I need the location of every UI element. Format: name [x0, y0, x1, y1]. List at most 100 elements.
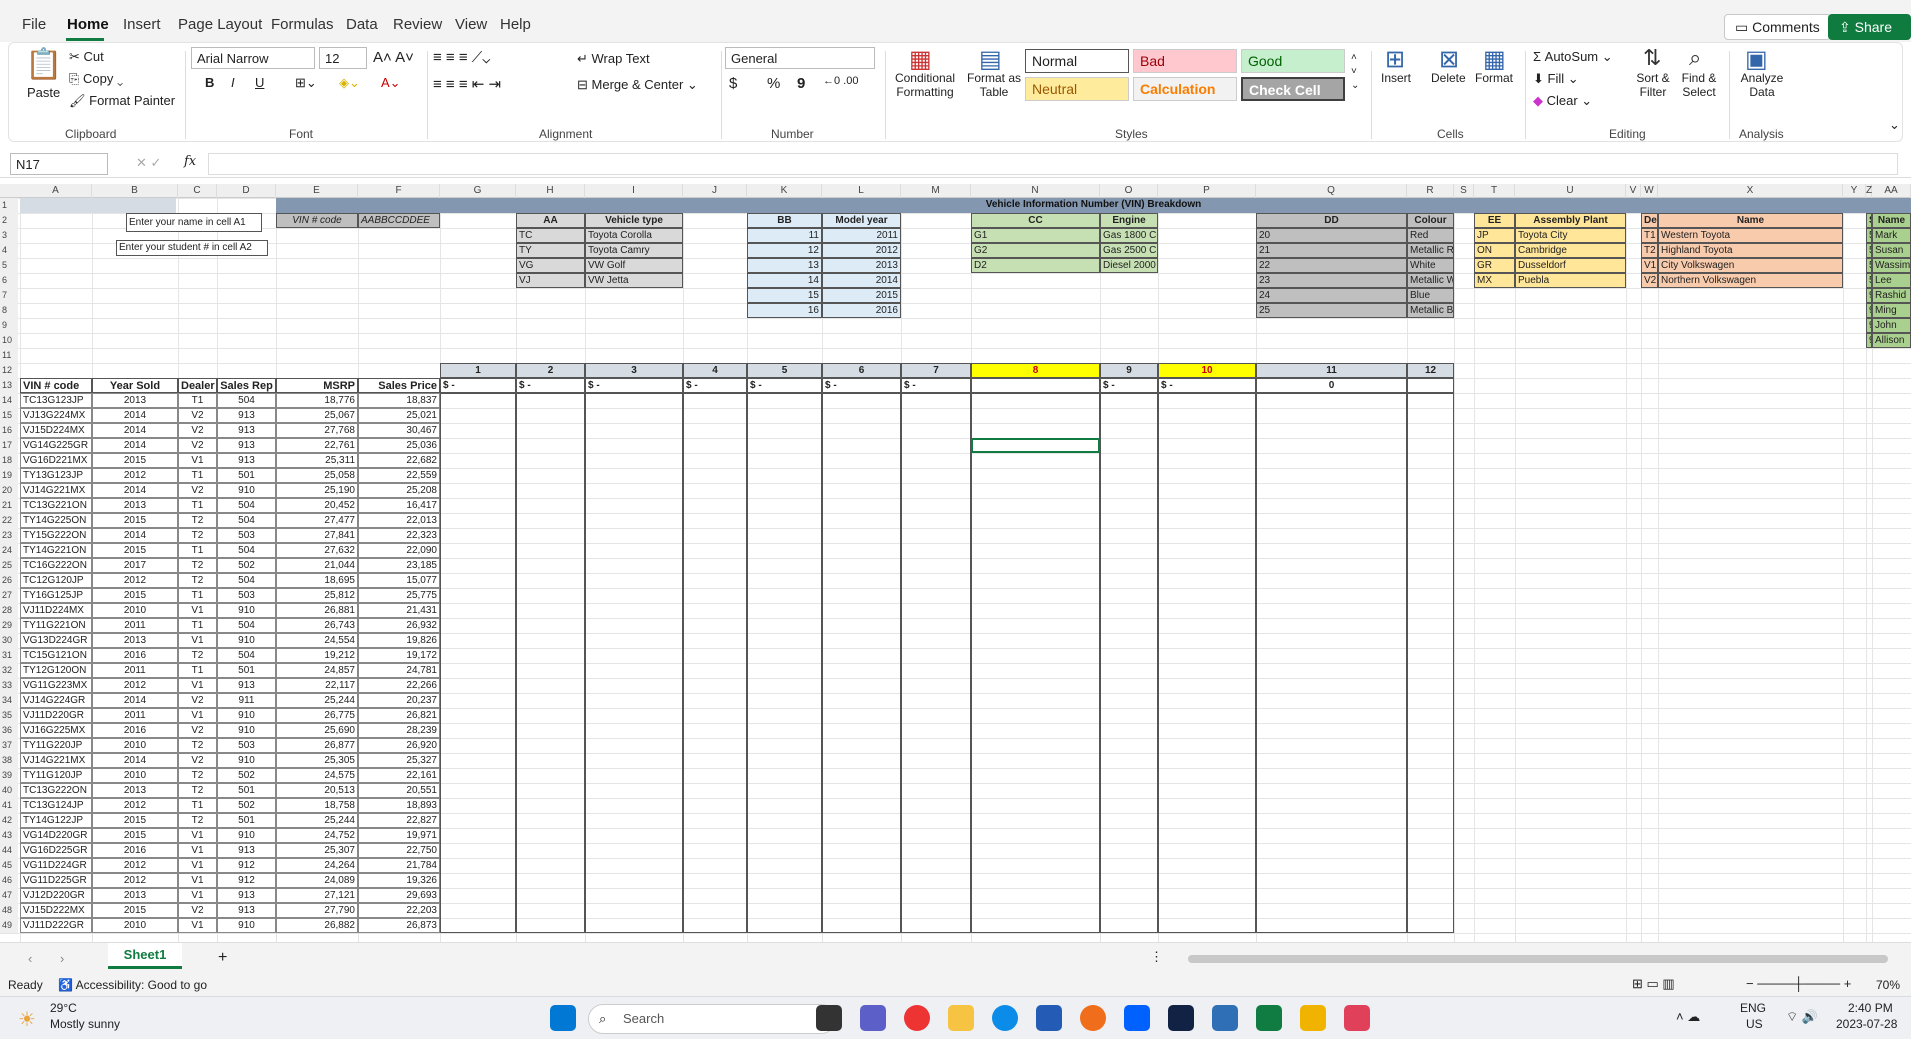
insert-button[interactable]: Insert — [1381, 71, 1411, 85]
table-cell[interactable]: 22,161 — [358, 768, 440, 783]
table-cell[interactable]: 912 — [217, 873, 276, 888]
table-cell[interactable]: 27,841 — [276, 528, 358, 543]
row-header[interactable]: 41 — [0, 798, 18, 813]
table-cell[interactable]: 910 — [217, 708, 276, 723]
tab-page-layout[interactable]: Page Layout — [178, 16, 262, 33]
lookup-value[interactable]: Gas 2500 CC — [1100, 243, 1158, 258]
lookup-header[interactable]: Name — [1872, 213, 1911, 228]
answer-column[interactable] — [747, 393, 822, 933]
selected-cell[interactable] — [971, 438, 1100, 453]
table-cell[interactable]: 2014 — [92, 753, 178, 768]
question-answer[interactable] — [1407, 378, 1454, 393]
row-header[interactable]: 31 — [0, 648, 18, 663]
style-normal[interactable]: Normal — [1025, 49, 1129, 73]
view-mode-icons[interactable]: ⊞ ▭ ▥ — [1632, 976, 1675, 992]
tab-home[interactable]: Home — [67, 16, 109, 33]
row-header[interactable]: 10 — [0, 333, 18, 348]
row-header[interactable]: 12 — [0, 363, 18, 378]
row-header[interactable]: 32 — [0, 663, 18, 678]
fill-button[interactable]: ⬇ Fill ⌄ — [1533, 71, 1579, 87]
table-cell[interactable]: 27,477 — [276, 513, 358, 528]
lookup-value[interactable]: Wassim — [1872, 258, 1911, 273]
table-cell[interactable]: 25,812 — [276, 588, 358, 603]
table-header[interactable]: Year Sold — [92, 378, 178, 393]
number-format-dropdown[interactable]: General — [725, 47, 875, 69]
row-header[interactable]: 15 — [0, 408, 18, 423]
style-good[interactable]: Good — [1241, 49, 1345, 73]
row-header[interactable]: 1 — [0, 198, 18, 213]
find-icon[interactable]: ⌕ — [1689, 45, 1701, 71]
dropbox-icon[interactable] — [1124, 1005, 1150, 1031]
question-number[interactable]: 12 — [1407, 363, 1454, 378]
lookup-code[interactable]: 11 — [747, 228, 822, 243]
lookup-value[interactable]: John — [1872, 318, 1911, 333]
table-cell[interactable]: T1 — [178, 468, 217, 483]
table-cell[interactable]: 2013 — [92, 633, 178, 648]
prev-sheet-icon[interactable]: ‹ — [28, 951, 32, 966]
table-cell[interactable]: T1 — [178, 543, 217, 558]
table-cell[interactable]: 29,693 — [358, 888, 440, 903]
table-cell[interactable]: T2 — [178, 768, 217, 783]
calendar-icon[interactable] — [1212, 1005, 1238, 1031]
borders-icon[interactable]: ⊞⌄ — [295, 75, 317, 91]
table-cell[interactable]: 913 — [217, 453, 276, 468]
table-cell[interactable]: 21,431 — [358, 603, 440, 618]
column-header[interactable]: Q — [1256, 184, 1407, 198]
file-explorer-icon[interactable] — [948, 1005, 974, 1031]
row-header[interactable]: 3 — [0, 228, 18, 243]
table-cell[interactable]: TC13G124JP — [20, 798, 92, 813]
table-cell[interactable]: TY14G225ON — [20, 513, 92, 528]
column-header[interactable]: K — [747, 184, 822, 198]
question-answer[interactable]: $ - — [585, 378, 683, 393]
delete-cells-icon[interactable]: ⊠ — [1439, 45, 1459, 74]
lookup-header[interactable]: BB — [747, 213, 822, 228]
format-cells-icon[interactable]: ▦ — [1483, 45, 1506, 74]
lookup-value[interactable]: Dusseldorf — [1515, 258, 1626, 273]
column-header[interactable]: X — [1658, 184, 1843, 198]
conditional-formatting-icon[interactable]: ▦ — [909, 45, 932, 74]
column-header[interactable]: Y — [1843, 184, 1866, 198]
autosum-button[interactable]: Σ AutoSum ⌄ — [1533, 49, 1613, 65]
column-header[interactable]: N — [971, 184, 1100, 198]
table-cell[interactable]: VG16D221MX — [20, 453, 92, 468]
table-cell[interactable]: V2 — [178, 903, 217, 918]
tab-insert[interactable]: Insert — [123, 16, 161, 33]
question-number[interactable]: 8 — [971, 363, 1100, 378]
table-cell[interactable]: VG11D224GR — [20, 858, 92, 873]
table-cell[interactable]: VG14D220GR — [20, 828, 92, 843]
table-cell[interactable]: TY16G125JP — [20, 588, 92, 603]
table-cell[interactable]: VG11G223MX — [20, 678, 92, 693]
row-header[interactable]: 28 — [0, 603, 18, 618]
table-cell[interactable]: 19,172 — [358, 648, 440, 663]
table-cell[interactable]: 2014 — [92, 438, 178, 453]
spreadsheet-grid[interactable]: A B C D E F G H I J K L M N O P Q R S T U V W X Y Z AA 1 2 3 4 5 6 7 8 9 10… — [0, 184, 1911, 942]
table-cell[interactable]: 25,305 — [276, 753, 358, 768]
lookup-header[interactable]: AA — [516, 213, 585, 228]
percent-button[interactable]: % — [767, 75, 780, 92]
column-header[interactable]: G — [440, 184, 516, 198]
analyze-data-button[interactable]: Analyze Data — [1739, 71, 1785, 99]
row-header[interactable]: 46 — [0, 873, 18, 888]
table-cell[interactable]: 2014 — [92, 528, 178, 543]
table-cell[interactable]: 2015 — [92, 813, 178, 828]
table-cell[interactable]: 501 — [217, 468, 276, 483]
lookup-code[interactable]: VJ — [516, 273, 585, 288]
table-cell[interactable]: VJ14G224GR — [20, 693, 92, 708]
row-header[interactable]: 45 — [0, 858, 18, 873]
style-neutral[interactable]: Neutral — [1025, 77, 1129, 101]
table-cell[interactable]: 25,690 — [276, 723, 358, 738]
table-cell[interactable]: 19,826 — [358, 633, 440, 648]
table-cell[interactable]: 910 — [217, 603, 276, 618]
column-header[interactable]: V — [1626, 184, 1641, 198]
bold-button[interactable]: B — [205, 75, 214, 90]
lookup-value[interactable]: 2013 — [822, 258, 901, 273]
table-cell[interactable]: 22,827 — [358, 813, 440, 828]
table-cell[interactable]: 2016 — [92, 843, 178, 858]
table-cell[interactable]: 19,326 — [358, 873, 440, 888]
table-cell[interactable]: V2 — [178, 483, 217, 498]
table-cell[interactable]: T2 — [178, 783, 217, 798]
table-cell[interactable]: 26,882 — [276, 918, 358, 933]
lookup-code[interactable]: TY — [516, 243, 585, 258]
lookup-code[interactable]: T1 — [1641, 228, 1658, 243]
table-cell[interactable]: 2016 — [92, 648, 178, 663]
